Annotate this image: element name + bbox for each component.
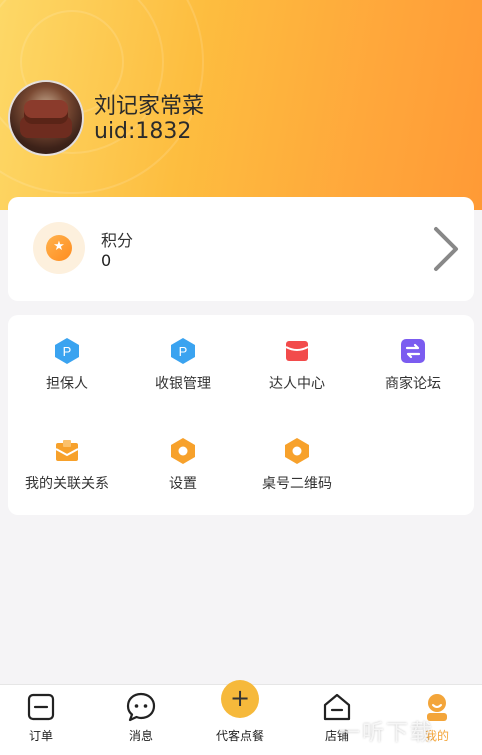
profile-header: 刘记家常菜 uid:1832 xyxy=(0,0,482,210)
points-value: 0 xyxy=(101,251,112,270)
plus-icon: + xyxy=(229,684,251,712)
hexagon-p-icon: P xyxy=(171,338,195,364)
envelope-icon xyxy=(55,440,79,461)
watermark: 一听下载 xyxy=(338,721,435,746)
user-id: uid:1832 xyxy=(94,119,192,144)
menu-item-influencer[interactable]: 达人中心 xyxy=(242,337,352,393)
red-envelope-icon xyxy=(285,341,309,361)
menu-item-label: 商家论坛 xyxy=(385,376,441,392)
tab-label: 消息 xyxy=(128,729,153,743)
menu-item-label: 担保人 xyxy=(46,376,88,392)
menu-item-forum[interactable]: 商家论坛 xyxy=(358,337,468,393)
menu-item-table-qr[interactable]: 桌号二维码 xyxy=(242,437,352,493)
tab-orders[interactable]: 订单 xyxy=(6,691,76,744)
menu-item-label: 达人中心 xyxy=(269,376,325,392)
menu-item-label: 设置 xyxy=(169,476,197,492)
menu-item-label: 收银管理 xyxy=(155,376,211,392)
menu-item-settings[interactable]: 设置 xyxy=(128,437,238,493)
hexagon-qr-icon xyxy=(285,438,309,464)
menu-item-cashier[interactable]: P 收银管理 xyxy=(128,337,238,393)
message-icon xyxy=(126,692,156,722)
menu-item-label: 我的关联关系 xyxy=(25,476,109,492)
points-card[interactable]: ★ 积分 0 xyxy=(8,197,474,301)
swap-arrows-icon xyxy=(401,339,425,363)
coin-icon: ★ xyxy=(33,222,85,274)
tab-label: 订单 xyxy=(28,729,53,743)
order-icon xyxy=(27,693,55,721)
points-label: 积分 xyxy=(101,231,134,250)
tab-messages[interactable]: 消息 xyxy=(106,691,176,744)
menu-item-label: 桌号二维码 xyxy=(262,476,332,492)
hexagon-gear-icon xyxy=(171,438,195,464)
hexagon-p-icon: P xyxy=(55,338,79,364)
svg-text:P: P xyxy=(63,344,72,359)
feature-grid: P 担保人 P 收银管理 达人中心 商家论坛 我的关联关系 设置 桌号二维码 xyxy=(8,315,474,515)
menu-item-guarantor[interactable]: P 担保人 xyxy=(12,337,122,393)
tab-label: 代客点餐 xyxy=(215,729,264,743)
chevron-right-icon[interactable] xyxy=(430,225,462,273)
shop-name: 刘记家常菜 xyxy=(94,94,205,119)
menu-item-relations[interactable]: 我的关联关系 xyxy=(12,437,122,493)
avatar[interactable] xyxy=(8,80,84,156)
svg-text:P: P xyxy=(179,344,188,359)
add-order-button[interactable]: + xyxy=(221,680,259,718)
